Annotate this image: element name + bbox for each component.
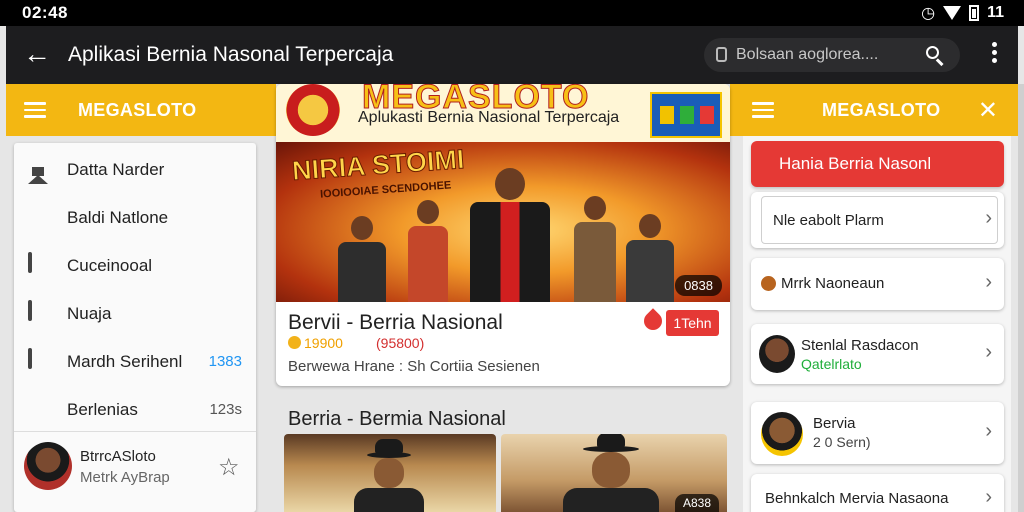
list-item[interactable]: Stenlal Rasdacon Qatelrlato › <box>751 324 1004 384</box>
close-icon[interactable]: ✕ <box>978 96 998 125</box>
flame-icon <box>640 308 666 334</box>
drawer-item-count: 1383 <box>208 353 242 370</box>
status-time: 02:48 <box>22 3 68 22</box>
drawer-item-label: Cuceinooal <box>67 256 153 275</box>
drawer-item-label: Berlenias <box>67 400 138 419</box>
banner-tagline: Aplukasti Bernia Nasional Terpercaja <box>358 109 620 126</box>
avatar <box>759 335 795 373</box>
overflow-menu-icon[interactable] <box>992 42 998 68</box>
app-bar: ← Aplikasi Bernia Nasonal Terpercaja Bol… <box>6 26 1018 84</box>
media-icon <box>28 348 48 370</box>
drawer-item-3[interactable]: Nuaja <box>14 289 256 335</box>
left-header: MEGASLOTO <box>6 84 276 136</box>
hero-image: NIRIA STOIMI IOOIOOIAE SCENDOHEE 0838 <box>276 142 730 302</box>
coin-icon <box>288 336 301 349</box>
search-icon[interactable] <box>924 44 946 66</box>
list-icon <box>28 398 48 418</box>
lock-icon <box>716 47 727 62</box>
search-input[interactable]: Bolsaan aoglorea.... <box>704 38 960 72</box>
right-header-title: MEGASLOTO <box>822 100 941 120</box>
home-icon <box>28 158 48 184</box>
chevron-right-icon: › <box>985 207 992 229</box>
brand-banner: MEGASLOTO Aplukasti Bernia Nasional Terp… <box>276 84 730 142</box>
presenter-figure <box>470 168 550 302</box>
back-arrow-icon[interactable]: ← <box>20 38 54 72</box>
doc-icon <box>28 300 48 322</box>
chat-icon <box>28 252 48 274</box>
store-badge-icon <box>650 92 722 138</box>
list-item-title: Stenlal Rasdacon <box>801 337 919 354</box>
drawer-item-label: Nuaja <box>67 304 112 323</box>
status-icons: ◷ 11 <box>921 3 1004 23</box>
card-description: Berwewa Hrane : Sh Cortiia Sesienen <box>288 358 540 375</box>
chevron-right-icon: › <box>985 486 992 508</box>
video-thumbnail[interactable] <box>284 434 496 512</box>
card-price: 19900 <box>304 335 343 351</box>
card-price-alt: (95800) <box>376 335 425 351</box>
battery-icon <box>969 5 980 21</box>
status-bar: 02:48 ◷ 11 <box>0 0 1024 26</box>
chevron-right-icon: › <box>985 271 992 293</box>
alarm-icon: ◷ <box>921 5 936 22</box>
drawer-item-5[interactable]: Berlenias 123s <box>14 385 256 431</box>
hamburger-menu-icon[interactable] <box>24 102 46 118</box>
list-item-title: Behnkalch Mervia Nasaona <box>765 490 949 507</box>
hat-person-figure <box>354 439 424 512</box>
garuda-seal-icon <box>286 84 340 136</box>
avatar[interactable] <box>24 442 72 490</box>
search-placeholder: Bolsaan aoglorea.... <box>736 46 879 63</box>
drawer-item-0[interactable]: Datta Narder <box>14 145 256 191</box>
drawer-item-label: Mardh Serihenl <box>67 352 183 371</box>
crowd-figure <box>338 216 386 302</box>
avatar <box>761 412 803 456</box>
drawer-item-label: Baldi Natlone <box>67 208 169 227</box>
crowd-figure <box>574 196 616 302</box>
drawer-item-label: Datta Narder <box>67 160 165 179</box>
featured-card[interactable]: MEGASLOTO Aplukasti Bernia Nasional Terp… <box>276 84 730 386</box>
crowd-figure <box>408 200 448 302</box>
drawer-divider <box>14 431 256 432</box>
list-item[interactable]: Nle eabolt Plarm › <box>751 192 1004 248</box>
wifi-icon <box>943 6 962 20</box>
list-item-title: Mrrk Naoneaun <box>781 275 885 292</box>
hot-badge[interactable]: 1Tehn <box>666 310 719 336</box>
chevron-right-icon: › <box>985 420 992 442</box>
drawer-user-subtitle: Metrk AyBrap <box>80 469 170 486</box>
drawer-item-count: 123s <box>209 401 242 418</box>
avatar <box>761 276 776 291</box>
app-title: Aplikasi Bernia Nasonal Terpercaja <box>68 43 394 66</box>
inbox-icon <box>28 206 48 226</box>
list-item-title: Bervia <box>813 415 856 432</box>
chevron-right-icon: › <box>985 341 992 363</box>
crowd-figure <box>626 214 674 302</box>
navigation-drawer: Datta Narder Baldi Natlone Cuceinooal Nu… <box>14 143 256 512</box>
battery-text: 11 <box>987 4 1004 21</box>
thumb-duration-chip: A838 <box>674 494 719 512</box>
drawer-user-name: BtrrcASloto <box>80 448 156 465</box>
scrollbar[interactable] <box>1018 84 1024 512</box>
drawer-item-4[interactable]: Mardh Serihenl 1383 <box>14 337 256 383</box>
hero-duration-chip: 0838 <box>675 275 722 296</box>
hat-person-figure <box>563 434 659 512</box>
card-title: Bervii - Berria Nasional <box>288 311 503 334</box>
video-thumbnail[interactable]: A838 <box>501 434 727 512</box>
section-title: Berria - Bermia Nasional <box>288 408 506 430</box>
left-header-title: MEGASLOTO <box>78 100 197 120</box>
drawer-item-1[interactable]: Baldi Natlone <box>14 193 256 239</box>
hamburger-menu-icon[interactable] <box>752 102 774 118</box>
list-item-subtitle: Qatelrlato <box>801 356 862 372</box>
right-header: MEGASLOTO ✕ <box>730 84 1018 136</box>
drawer-item-2[interactable]: Cuceinooal <box>14 241 256 287</box>
primary-red-button[interactable]: Hania Berria Nasonl <box>751 141 1004 187</box>
right-panel: Hania Berria Nasonl Nle eabolt Plarm › M… <box>743 136 1011 512</box>
list-item[interactable]: Behnkalch Mervia Nasaona › <box>751 474 1004 512</box>
list-item[interactable]: Bervia 2 0 Sern) › <box>751 402 1004 464</box>
list-item-title: Nle eabolt Plarm <box>773 212 884 229</box>
star-icon[interactable]: ☆ <box>218 453 240 482</box>
list-item[interactable]: Mrrk Naoneaun › <box>751 258 1004 310</box>
list-item-subtitle: 2 0 Sern) <box>813 434 871 450</box>
